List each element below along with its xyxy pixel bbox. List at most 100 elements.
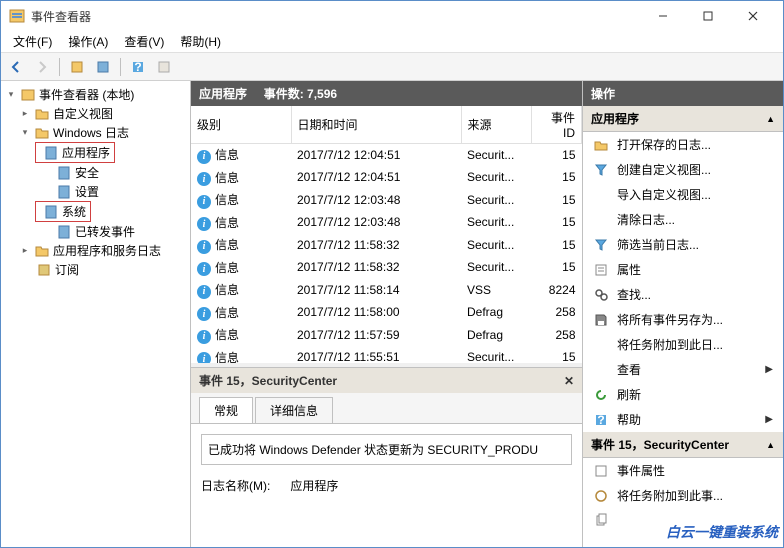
table-row[interactable]: i信息2017/7/12 11:57:59Defrag258: [191, 324, 582, 347]
action-save-all[interactable]: 将所有事件另存为...: [583, 307, 783, 332]
filter-new-icon: [593, 162, 609, 178]
refresh-icon: [593, 387, 609, 403]
table-row[interactable]: i信息2017/7/12 11:58:14VSS8224: [191, 279, 582, 302]
info-icon: i: [197, 172, 211, 186]
action-properties[interactable]: 属性: [583, 257, 783, 282]
section-label: 应用程序: [591, 110, 639, 127]
tree-app-services[interactable]: ▸ 应用程序和服务日志: [3, 241, 188, 260]
toolbar-icon-4[interactable]: [153, 56, 175, 78]
expand-toggle[interactable]: ▸: [19, 108, 31, 120]
tree-system[interactable]: 系统: [35, 201, 91, 222]
tree-application[interactable]: 应用程序: [35, 142, 115, 163]
tree-root[interactable]: ▾ 事件查看器 (本地): [3, 85, 188, 104]
attach-icon: [593, 488, 609, 504]
action-more[interactable]: [583, 508, 783, 532]
detail-header: 事件 15，SecurityCenter ✕: [191, 368, 582, 393]
log-icon: [56, 165, 72, 181]
action-import-custom[interactable]: 导入自定义视图...: [583, 182, 783, 207]
clear-icon: [593, 212, 609, 228]
tree-windows-logs[interactable]: ▾ Windows 日志: [3, 123, 188, 142]
action-event-props[interactable]: 事件属性: [583, 458, 783, 483]
menu-action[interactable]: 操作(A): [60, 31, 116, 52]
table-row[interactable]: i信息2017/7/12 12:04:51Securit...15: [191, 166, 582, 189]
table-row[interactable]: i信息2017/7/12 11:58:00Defrag258: [191, 301, 582, 324]
tree-label: 自定义视图: [53, 105, 113, 122]
action-open-saved[interactable]: 打开保存的日志...: [583, 132, 783, 157]
table-row[interactable]: i信息2017/7/12 11:58:32Securit...15: [191, 256, 582, 279]
tree-subscriptions[interactable]: 订阅: [3, 260, 188, 279]
nav-back-button[interactable]: [5, 56, 27, 78]
menu-file[interactable]: 文件(F): [5, 31, 60, 52]
svg-text:?: ?: [597, 413, 604, 427]
properties-icon: [593, 262, 609, 278]
event-props-icon: [593, 463, 609, 479]
filter-icon: [593, 237, 609, 253]
find-icon: [593, 287, 609, 303]
toolbar-icon-1[interactable]: [66, 56, 88, 78]
close-button[interactable]: [730, 2, 775, 30]
import-icon: [593, 187, 609, 203]
log-icon: [56, 184, 72, 200]
toolbar-help-icon[interactable]: ?: [127, 56, 149, 78]
action-filter[interactable]: 筛选当前日志...: [583, 232, 783, 257]
actions-panel: 操作 应用程序▲ 打开保存的日志... 创建自定义视图... 导入自定义视图..…: [583, 81, 783, 547]
tree-root-label: 事件查看器 (本地): [39, 86, 134, 103]
tree-label: 应用程序: [62, 144, 110, 161]
info-icon: i: [197, 150, 211, 164]
action-help[interactable]: ?帮助▶: [583, 407, 783, 432]
minimize-button[interactable]: [640, 2, 685, 30]
table-row[interactable]: i信息2017/7/12 12:03:48Securit...15: [191, 189, 582, 212]
tree-security[interactable]: 安全: [3, 163, 188, 182]
tree-forwarded[interactable]: 已转发事件: [3, 222, 188, 241]
window-title: 事件查看器: [31, 8, 640, 25]
tab-general[interactable]: 常规: [199, 397, 253, 423]
toolbar: ?: [1, 53, 783, 81]
event-list[interactable]: 级别 日期和时间 来源 事件 ID i信息2017/7/12 12:04:51S…: [191, 106, 582, 363]
info-icon: i: [197, 285, 211, 299]
table-row[interactable]: i信息2017/7/12 12:03:48Securit...15: [191, 211, 582, 234]
action-find[interactable]: 查找...: [583, 282, 783, 307]
titlebar: 事件查看器: [1, 1, 783, 31]
toolbar-icon-2[interactable]: [92, 56, 114, 78]
action-create-custom[interactable]: 创建自定义视图...: [583, 157, 783, 182]
col-source[interactable]: 来源: [461, 106, 531, 144]
app-icon: [9, 8, 25, 24]
tree-panel: ▾ 事件查看器 (本地) ▸ 自定义视图 ▾ Windows 日志 应用程序 安…: [1, 81, 191, 547]
expand-toggle[interactable]: ▸: [19, 245, 31, 257]
info-icon: i: [197, 330, 211, 344]
col-datetime[interactable]: 日期和时间: [291, 106, 461, 144]
task-icon: [593, 337, 609, 353]
list-title: 应用程序: [199, 87, 247, 101]
expand-toggle[interactable]: ▾: [5, 89, 17, 101]
table-row[interactable]: i信息2017/7/12 12:04:51Securit...15: [191, 144, 582, 167]
col-level[interactable]: 级别: [191, 106, 291, 144]
info-icon: i: [197, 195, 211, 209]
log-name-value: 应用程序: [290, 477, 338, 494]
tree-setup[interactable]: 设置: [3, 182, 188, 201]
maximize-button[interactable]: [685, 2, 730, 30]
table-row[interactable]: i信息2017/7/12 11:55:51Securit...15: [191, 346, 582, 363]
menu-view[interactable]: 查看(V): [116, 31, 172, 52]
list-header: 应用程序 事件数: 7,596: [191, 81, 582, 106]
actions-section-app[interactable]: 应用程序▲: [583, 106, 783, 132]
action-refresh[interactable]: 刷新: [583, 382, 783, 407]
table-row[interactable]: i信息2017/7/12 11:58:32Securit...15: [191, 234, 582, 257]
action-attach-event[interactable]: 将任务附加到此事...: [583, 483, 783, 508]
action-attach-task[interactable]: 将任务附加到此日...: [583, 332, 783, 357]
tree-label: 订阅: [55, 261, 79, 278]
action-view[interactable]: 查看▶: [583, 357, 783, 382]
menu-help[interactable]: 帮助(H): [172, 31, 229, 52]
tree-custom-views[interactable]: ▸ 自定义视图: [3, 104, 188, 123]
detail-message: 已成功将 Windows Defender 状态更新为 SECURITY_PRO…: [201, 434, 572, 465]
action-clear-log[interactable]: 清除日志...: [583, 207, 783, 232]
save-icon: [593, 312, 609, 328]
col-eventid[interactable]: 事件 ID: [531, 106, 582, 144]
info-icon: i: [197, 352, 211, 363]
help-icon: ?: [593, 412, 609, 428]
expand-toggle[interactable]: ▾: [19, 127, 31, 139]
nav-forward-button[interactable]: [31, 56, 53, 78]
detail-close-button[interactable]: ✕: [564, 374, 574, 388]
actions-section-event[interactable]: 事件 15，SecurityCenter▲: [583, 432, 783, 458]
eventviewer-icon: [20, 87, 36, 103]
tab-details[interactable]: 详细信息: [255, 397, 333, 423]
